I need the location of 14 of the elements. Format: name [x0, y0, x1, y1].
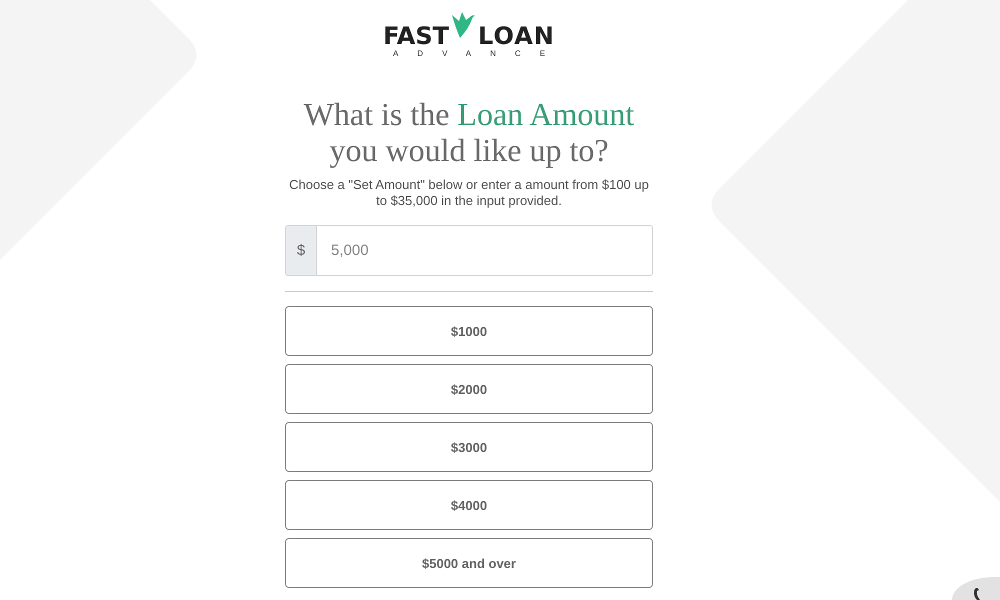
logo-text: FAST: [383, 24, 449, 48]
amount-field[interactable]: 5,000: [316, 225, 653, 276]
leaf-icon: [452, 12, 476, 38]
amount-option-button[interactable]: $4000: [285, 480, 653, 530]
amount-option-button[interactable]: $1000: [285, 306, 653, 356]
phone-button[interactable]: [952, 577, 1000, 600]
amount-option-button[interactable]: $2000: [285, 364, 653, 414]
heading: What is the Loan Amount you would like up to?: [304, 96, 634, 168]
currency-addon: $: [285, 225, 316, 276]
amount-option-button[interactable]: $5000 and over: [285, 538, 653, 588]
logo-text: LOAN: [478, 24, 555, 48]
logo-tagline: ADVANCE: [392, 49, 564, 58]
amount-option-button[interactable]: $3000: [285, 422, 653, 472]
instructions-text: Choose a "Set Amount" below or enter a amount from $100 up to $35,000 in the input provided.: [288, 177, 650, 209]
